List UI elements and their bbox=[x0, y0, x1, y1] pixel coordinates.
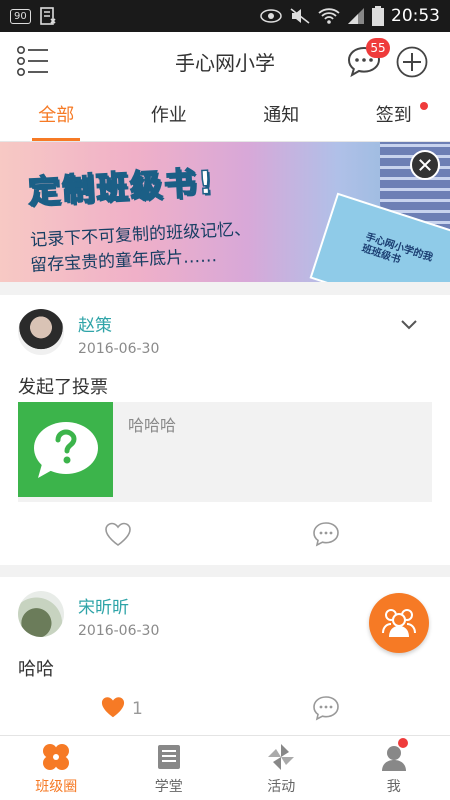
notification-badge: 90 bbox=[10, 8, 31, 24]
like-count: 1 bbox=[132, 699, 143, 719]
post-date: 2016-06-30 bbox=[78, 341, 160, 357]
question-bubble-icon bbox=[34, 422, 98, 478]
tab-all[interactable]: 全部 bbox=[0, 90, 113, 141]
tab-notice[interactable]: 通知 bbox=[225, 90, 338, 141]
page-title: 手心网小学 bbox=[175, 50, 275, 75]
comment-icon[interactable] bbox=[312, 695, 340, 721]
vote-attachment[interactable]: 哈哈哈 bbox=[18, 402, 432, 502]
post-date: 2016-06-30 bbox=[78, 623, 160, 639]
battery-icon bbox=[372, 6, 384, 26]
heart-icon[interactable] bbox=[104, 521, 132, 547]
avatar[interactable] bbox=[18, 309, 64, 355]
vote-title: 哈哈哈 bbox=[128, 416, 177, 435]
nav-school[interactable]: 学堂 bbox=[113, 736, 226, 800]
nav-label: 班级圈 bbox=[35, 779, 78, 795]
group-icon bbox=[382, 609, 416, 637]
post-text: 哈哈 bbox=[18, 659, 54, 680]
eye-icon bbox=[260, 9, 282, 23]
vote-thumbnail bbox=[18, 402, 113, 497]
filter-tabs: 全部 作业 通知 签到 bbox=[0, 90, 450, 142]
feed-post: 赵策 2016-06-30 发起了投票 哈哈哈 bbox=[0, 295, 450, 565]
tab-homework[interactable]: 作业 bbox=[113, 90, 226, 141]
wifi-icon bbox=[318, 8, 340, 24]
sim-icon bbox=[39, 7, 56, 25]
message-count-badge: 55 bbox=[366, 38, 390, 58]
nav-label: 活动 bbox=[267, 779, 296, 795]
author-name[interactable]: 赵策 bbox=[78, 311, 112, 336]
tab-checkin[interactable]: 签到 bbox=[338, 90, 450, 141]
avatar[interactable] bbox=[18, 591, 64, 637]
nav-label: 学堂 bbox=[154, 779, 183, 795]
post-text: 发起了投票 bbox=[18, 377, 108, 398]
new-dot bbox=[420, 102, 428, 110]
heart-filled-icon[interactable] bbox=[100, 695, 126, 719]
nav-label: 我 bbox=[386, 779, 401, 795]
nav-me[interactable]: 我 bbox=[338, 736, 450, 800]
chevron-down-icon[interactable] bbox=[400, 319, 418, 331]
author-name[interactable]: 宋昕昕 bbox=[78, 593, 129, 618]
add-icon[interactable] bbox=[396, 46, 428, 78]
book-icon bbox=[157, 745, 180, 769]
status-bar: 90 20:53 bbox=[0, 0, 450, 32]
promo-banner[interactable]: 手心网小学的我班班级书 定制班级书! 记录下不可复制的班级记忆、 留存宝贵的童年… bbox=[0, 142, 450, 282]
nav-class-circle[interactable]: 班级圈 bbox=[0, 736, 113, 800]
comment-icon[interactable] bbox=[312, 521, 340, 547]
signal-icon bbox=[348, 8, 364, 24]
close-icon[interactable] bbox=[410, 150, 440, 180]
banner-title: 定制班级书! bbox=[26, 162, 216, 211]
new-dot bbox=[398, 738, 408, 748]
bottom-navigation: 班级圈 学堂 活动 我 bbox=[0, 735, 450, 800]
tab-checkin-label: 签到 bbox=[375, 105, 412, 126]
menu-icon[interactable] bbox=[16, 44, 50, 78]
flower-icon bbox=[43, 744, 70, 770]
clock: 20:53 bbox=[391, 6, 440, 26]
nav-activity[interactable]: 活动 bbox=[225, 736, 338, 800]
mute-icon bbox=[290, 8, 310, 24]
contacts-fab-button[interactable] bbox=[369, 593, 429, 653]
pinwheel-icon bbox=[268, 744, 295, 770]
